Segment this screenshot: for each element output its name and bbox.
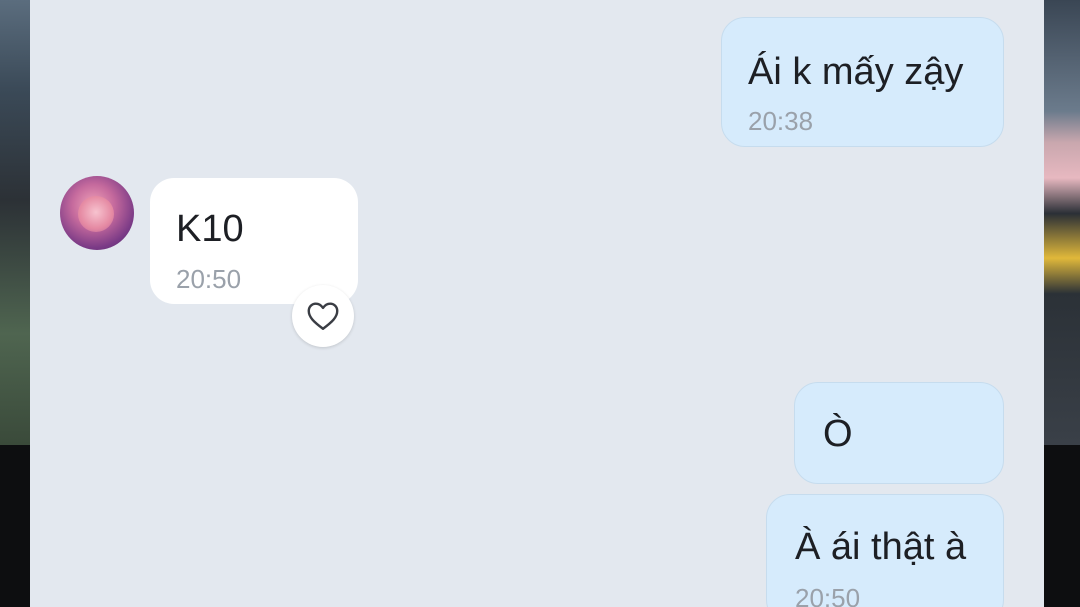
chat-message-list[interactable]: Ái k mấy zậy 20:38 K10 20:50 Ò À ái thật… bbox=[30, 0, 1044, 607]
background-video-left bbox=[0, 0, 30, 445]
message-bubble-outgoing[interactable]: Ái k mấy zậy 20:38 bbox=[721, 17, 1004, 147]
react-heart-button[interactable] bbox=[292, 285, 354, 347]
message-bubble-outgoing[interactable]: Ò bbox=[794, 382, 1004, 484]
message-bubble-outgoing[interactable]: À ái thật à 20:50 bbox=[766, 494, 1004, 607]
message-time: 20:38 bbox=[748, 106, 814, 136]
message-text: Ò bbox=[823, 413, 853, 455]
message-text: Ái k mấy zậy bbox=[748, 51, 964, 93]
message-time: 20:50 bbox=[795, 583, 861, 607]
message-text: K10 bbox=[176, 208, 244, 250]
message-time: 20:50 bbox=[176, 264, 242, 294]
message-text: À ái thật à bbox=[795, 526, 967, 568]
heart-outline-icon bbox=[307, 302, 339, 330]
background-video-right bbox=[1044, 0, 1080, 445]
contact-avatar[interactable] bbox=[60, 176, 134, 250]
screen: Ái k mấy zậy 20:38 K10 20:50 Ò À ái thật… bbox=[0, 0, 1080, 607]
